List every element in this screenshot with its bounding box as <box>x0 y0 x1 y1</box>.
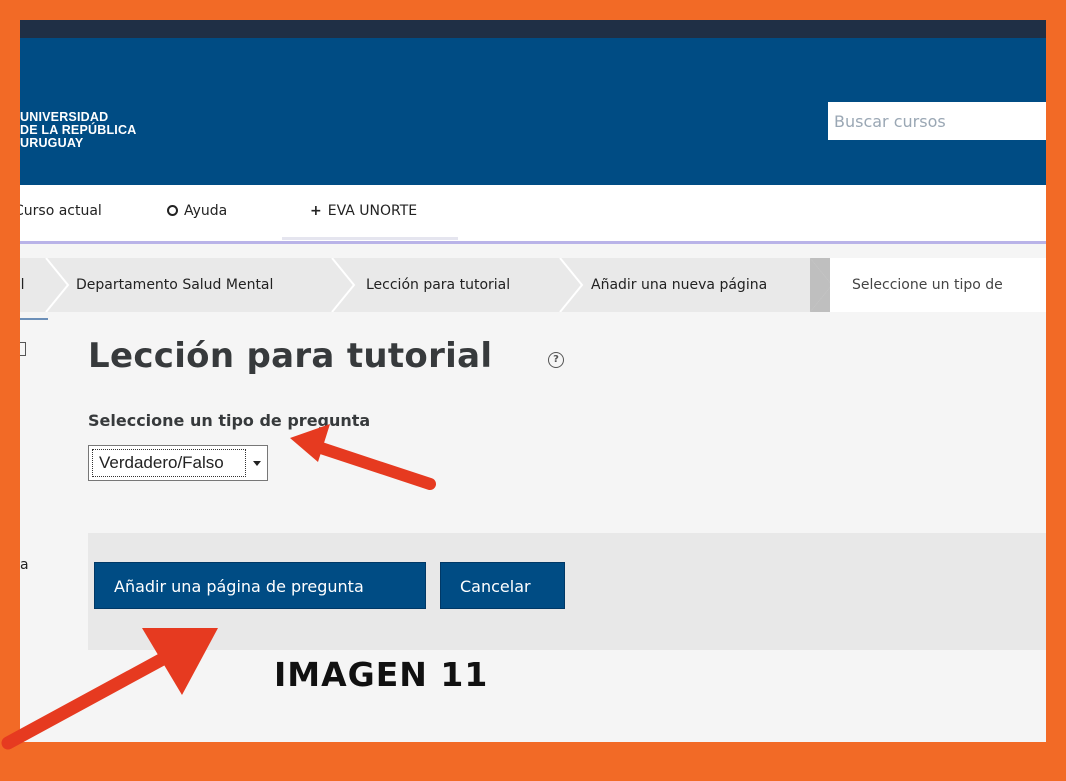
breadcrumb-item-1[interactable]: al <box>20 258 24 312</box>
breadcrumb-item-2[interactable]: Departamento Salud Mental <box>76 258 273 312</box>
question-type-select[interactable]: Verdadero/Falso <box>88 445 268 481</box>
browser-screen: UNIVERSIDAD DE LA REPÚBLICA URUGUAY Curs… <box>20 20 1046 742</box>
nav-label-current-course: Curso actual <box>20 203 102 219</box>
breadcrumb-item-4[interactable]: Añadir una nueva página <box>591 258 767 312</box>
breadcrumb-item-current: Seleccione un tipo de <box>830 258 1046 312</box>
plus-icon: + <box>310 203 322 219</box>
search-courses-input[interactable] <box>828 102 1046 140</box>
site-header: UNIVERSIDAD DE LA REPÚBLICA URUGUAY <box>20 38 1046 185</box>
form-actions: Añadir una página de pregunta Cancelar <box>88 533 1046 650</box>
nav-label-help: Ayuda <box>184 203 228 219</box>
breadcrumb: al Departamento Salud Mental Lección par… <box>20 258 1046 312</box>
help-icon[interactable]: ? <box>548 352 564 368</box>
logo-line-3: URUGUAY <box>20 136 84 150</box>
university-logo[interactable]: UNIVERSIDAD DE LA REPÚBLICA URUGUAY <box>20 111 136 150</box>
add-question-page-button[interactable]: Añadir una página de pregunta <box>94 562 426 609</box>
sidebar-divider <box>20 318 48 320</box>
page-title: Lección para tutorial <box>88 336 493 376</box>
cancel-button[interactable]: Cancelar <box>440 562 565 609</box>
breadcrumb-item-3[interactable]: Lección para tutorial <box>366 258 510 312</box>
nav-label-eva-unorte: EVA UNORTE <box>327 203 418 219</box>
image-caption: IMAGEN 11 <box>274 655 489 694</box>
top-bar <box>20 20 1046 39</box>
nav-underline <box>282 237 458 240</box>
question-type-label: Seleccione un tipo de pregunta <box>88 411 371 430</box>
question-type-select-value: Verdadero/Falso <box>92 449 246 477</box>
sidebar-icon-fragment <box>20 342 26 356</box>
nav-item-current-course[interactable]: Curso actual <box>20 203 102 219</box>
lifebuoy-icon <box>167 205 178 216</box>
nav-item-help[interactable]: Ayuda <box>167 203 227 219</box>
main-nav: Curso actual Ayuda + EVA UNORTE <box>20 185 1046 244</box>
sidebar-text-fragment[interactable]: a <box>20 557 29 573</box>
nav-item-eva-unorte[interactable]: + EVA UNORTE <box>310 203 417 219</box>
chevron-down-icon <box>253 461 261 466</box>
